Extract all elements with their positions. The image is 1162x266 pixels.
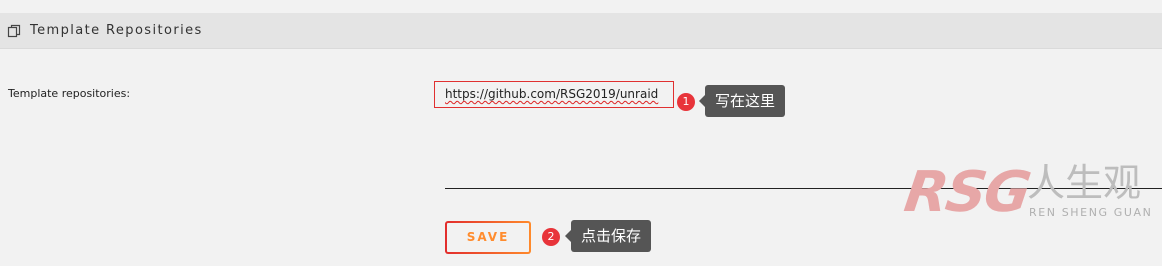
section-header: Template Repositories [0, 13, 1162, 49]
annotation-badge-2: 2 [542, 228, 560, 246]
watermark-logo: RSG 人生观 REN SHENG GUAN [901, 160, 1162, 226]
annotation-callout-1: 写在这里 [698, 85, 786, 117]
template-repositories-label: Template repositories: [8, 87, 131, 100]
annotation-callout-2: 点击保存 [564, 220, 652, 252]
watermark-chinese: 人生观 [1027, 161, 1142, 205]
template-repositories-input[interactable]: https://github.com/RSG2019/unraid [434, 81, 674, 108]
copy-icon [7, 24, 21, 38]
top-strip [0, 0, 1162, 13]
save-button[interactable]: SAVE [445, 221, 531, 254]
annotation-badge-1: 1 [677, 93, 695, 111]
watermark-brand: RSG [900, 160, 1034, 225]
section-title: Template Repositories [30, 23, 203, 38]
watermark-english: REN SHENG GUAN [1029, 206, 1153, 219]
